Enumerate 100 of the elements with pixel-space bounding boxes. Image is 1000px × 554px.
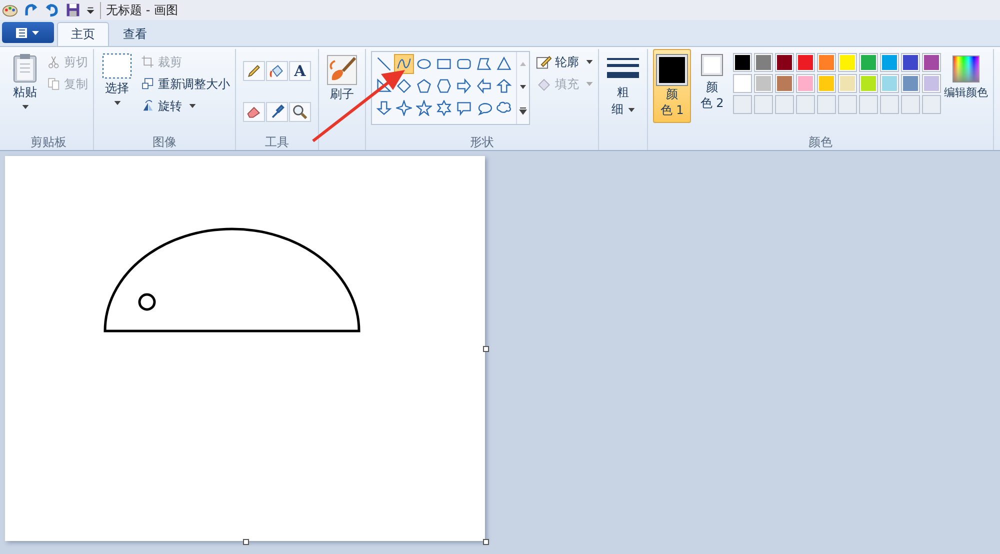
- bucket-tool-button[interactable]: [266, 61, 288, 81]
- palette-color[interactable]: [922, 74, 941, 93]
- save-icon[interactable]: [65, 2, 81, 18]
- palette-color[interactable]: [754, 53, 773, 72]
- empty-color-slot[interactable]: [880, 95, 899, 114]
- triangle-icon: [496, 56, 512, 72]
- shape-button[interactable]: [434, 98, 454, 118]
- up-arrow-icon: [496, 78, 512, 94]
- group-label: 形状: [469, 134, 495, 150]
- palette-color[interactable]: [775, 74, 794, 93]
- paintbrush-icon: [327, 55, 357, 85]
- empty-color-slot[interactable]: [733, 95, 752, 114]
- group-label: 图像: [152, 134, 178, 150]
- undo-icon[interactable]: [44, 2, 60, 18]
- star4-icon: [396, 100, 412, 116]
- selection-icon: [102, 53, 132, 79]
- redo-icon[interactable]: [23, 2, 39, 18]
- color-spectrum-icon: [952, 55, 980, 83]
- expand-gallery-icon: [519, 107, 527, 116]
- ribbon-tab[interactable]: 主页: [57, 22, 109, 46]
- palette-color[interactable]: [796, 74, 815, 93]
- empty-color-slot[interactable]: [754, 95, 773, 114]
- palette-color[interactable]: [901, 53, 920, 72]
- picker-tool-button[interactable]: [266, 102, 288, 122]
- shape-button[interactable]: [414, 76, 434, 96]
- eraser-tool-button[interactable]: [243, 102, 265, 122]
- palette-icon[interactable]: [2, 2, 18, 18]
- palette-color[interactable]: [838, 74, 857, 93]
- menu-icon: [15, 26, 41, 38]
- pencil-tool-button[interactable]: [243, 61, 265, 81]
- palette-color[interactable]: [733, 74, 752, 93]
- pencil-icon: [536, 54, 552, 70]
- empty-color-slot[interactable]: [817, 95, 836, 114]
- diamond-icon: [396, 78, 412, 94]
- palette-color[interactable]: [733, 53, 752, 72]
- resize-button[interactable]: 重新调整大小: [141, 75, 230, 93]
- scissors-icon: [47, 55, 61, 69]
- resize-handle[interactable]: [483, 346, 489, 352]
- magnifier-tool-button[interactable]: [289, 102, 311, 122]
- palette-color[interactable]: [796, 53, 815, 72]
- palette-color[interactable]: [901, 74, 920, 93]
- shape-button[interactable]: [394, 76, 414, 96]
- resize-handle[interactable]: [483, 539, 489, 545]
- rotate-button[interactable]: 旋转: [141, 97, 230, 115]
- palette-color[interactable]: [754, 74, 773, 93]
- empty-color-slot[interactable]: [859, 95, 878, 114]
- ribbon-tab[interactable]: 查看: [109, 22, 161, 46]
- resize-handle[interactable]: [243, 539, 249, 545]
- text-tool-button[interactable]: A: [289, 61, 311, 81]
- line-icon: [376, 56, 392, 72]
- edit-colors-button[interactable]: 编辑颜色: [944, 49, 988, 134]
- caret-icon[interactable]: [86, 6, 95, 14]
- eyedropper-icon: [269, 104, 285, 120]
- empty-color-slot[interactable]: [775, 95, 794, 114]
- scroll-up-icon: [519, 60, 527, 67]
- palette-color[interactable]: [859, 74, 878, 93]
- empty-color-slot[interactable]: [838, 95, 857, 114]
- palette-color[interactable]: [859, 53, 878, 72]
- caret-icon: [189, 104, 196, 108]
- callout-rect-icon: [456, 100, 472, 116]
- shape-button[interactable]: [394, 98, 414, 118]
- shape-button[interactable]: [494, 76, 514, 96]
- color-swatch: [701, 54, 723, 76]
- brush-button[interactable]: 刷子: [324, 49, 360, 106]
- palette-color[interactable]: [775, 53, 794, 72]
- caret-icon: [628, 108, 634, 112]
- palette-color[interactable]: [922, 53, 941, 72]
- shape-button[interactable]: [454, 76, 474, 96]
- palette-color[interactable]: [880, 74, 899, 93]
- shape-button[interactable]: [394, 54, 414, 74]
- pentagon-icon: [416, 78, 432, 94]
- file-menu-button[interactable]: [2, 22, 54, 43]
- outline-button[interactable]: 轮廓: [536, 53, 593, 71]
- current-color-button[interactable]: 颜 色 2: [693, 49, 731, 123]
- crop-marks-icon: [141, 55, 155, 69]
- palette-color[interactable]: [838, 53, 857, 72]
- shape-button[interactable]: [414, 98, 434, 118]
- shape-button[interactable]: [474, 76, 494, 96]
- pencil-icon: [246, 63, 262, 79]
- size-button[interactable]: 粗 细: [604, 49, 642, 121]
- group-label: 工具: [264, 134, 290, 150]
- palette-color[interactable]: [817, 53, 836, 72]
- caret-icon: [586, 82, 593, 86]
- shape-button[interactable]: [374, 98, 394, 118]
- callout-cloud-icon: [496, 100, 512, 116]
- select-button[interactable]: 选择: [99, 49, 135, 134]
- paste-button[interactable]: 粘贴: [9, 49, 41, 134]
- palette-color[interactable]: [817, 74, 836, 93]
- hexagon-icon: [436, 78, 452, 94]
- empty-color-slot[interactable]: [922, 95, 941, 114]
- current-color-button[interactable]: 颜 色 1: [653, 49, 691, 123]
- palette-color[interactable]: [880, 53, 899, 72]
- scroll-down-icon: [519, 84, 527, 90]
- gallery-scrollbar[interactable]: [516, 52, 529, 124]
- star6-icon: [436, 100, 452, 116]
- triangles-icon: [141, 99, 155, 113]
- empty-color-slot[interactable]: [796, 95, 815, 114]
- polygon-icon: [476, 56, 492, 72]
- left-arrow-icon: [476, 78, 492, 94]
- empty-color-slot[interactable]: [901, 95, 920, 114]
